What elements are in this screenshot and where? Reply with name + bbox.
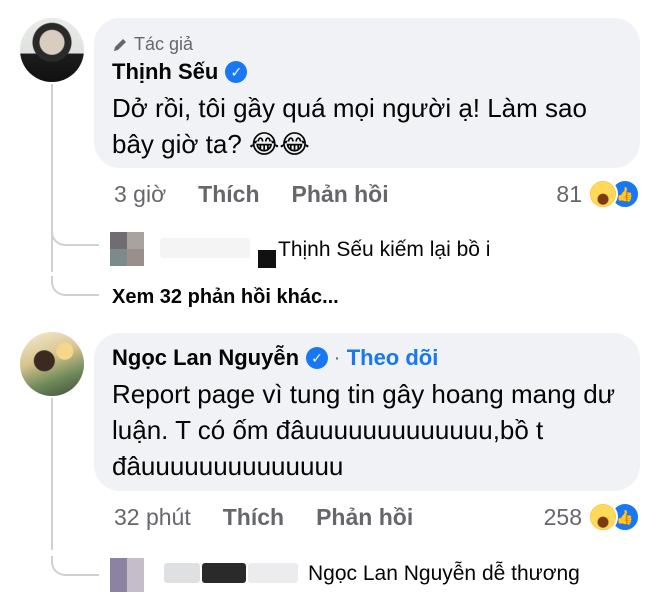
- haha-icon: [588, 179, 618, 209]
- like-button[interactable]: Thích: [198, 181, 259, 208]
- thread-line: [51, 84, 53, 272]
- redacted-name: [160, 238, 250, 258]
- redacted-name: [248, 563, 298, 583]
- verified-icon: ✓: [225, 61, 248, 83]
- comment-time[interactable]: 32 phút: [114, 504, 191, 531]
- reaction-summary[interactable]: 258 👍: [544, 502, 640, 532]
- verified-icon: ✓: [306, 347, 329, 369]
- haha-icon: [588, 502, 618, 532]
- thread-line: [51, 398, 53, 550]
- view-more-replies[interactable]: Xem 32 phản hồi khác...: [112, 286, 339, 309]
- comment-actions: 32 phút Thích Phản hồi: [114, 504, 413, 531]
- comment-actions: 3 giờ Thích Phản hồi: [114, 181, 389, 208]
- author-name[interactable]: Ngọc Lan Nguyễn: [112, 345, 299, 371]
- pen-icon: [114, 38, 126, 51]
- avatar[interactable]: [20, 332, 84, 396]
- reply-preview[interactable]: Thịnh Sếu kiếm lại bồ i: [278, 238, 490, 262]
- redacted-block: [258, 250, 276, 268]
- author-badge: Tác giả: [112, 34, 193, 55]
- follow-button[interactable]: Theo dõi: [347, 345, 439, 371]
- reply-button[interactable]: Phản hồi: [316, 504, 413, 531]
- avatar[interactable]: [20, 18, 84, 82]
- reply-button[interactable]: Phản hồi: [292, 181, 389, 208]
- thread-connector: [51, 276, 99, 296]
- comment-text: Report page vì tung tin gây hoang mang d…: [112, 379, 616, 481]
- like-button[interactable]: Thích: [223, 504, 284, 531]
- comment-time[interactable]: 3 giờ: [114, 181, 166, 208]
- redacted-name: [202, 563, 246, 583]
- reaction-count: 258: [543, 503, 582, 530]
- reply-avatar[interactable]: [110, 558, 144, 592]
- reply-avatar-blur: [110, 232, 144, 249]
- comment-text: Dở rồi, tôi gầy quá mọi người ạ! Làm sao…: [112, 93, 587, 159]
- comment-author[interactable]: Thịnh Sếu ✓: [112, 59, 248, 85]
- author-name[interactable]: Thịnh Sếu: [112, 59, 218, 85]
- reply-preview[interactable]: Ngọc Lan Nguyễn dễ thương: [308, 562, 580, 586]
- author-badge-label: Tác giả: [134, 34, 194, 54]
- redacted-name: [164, 563, 200, 583]
- comment-author[interactable]: Ngọc Lan Nguyễn ✓ · Theo dõi: [112, 345, 438, 371]
- thread-connector: [51, 556, 99, 576]
- reaction-summary[interactable]: 81 👍: [556, 179, 640, 209]
- reaction-count: 81: [556, 180, 582, 207]
- thread-connector: [51, 226, 99, 246]
- separator: ·: [335, 350, 340, 366]
